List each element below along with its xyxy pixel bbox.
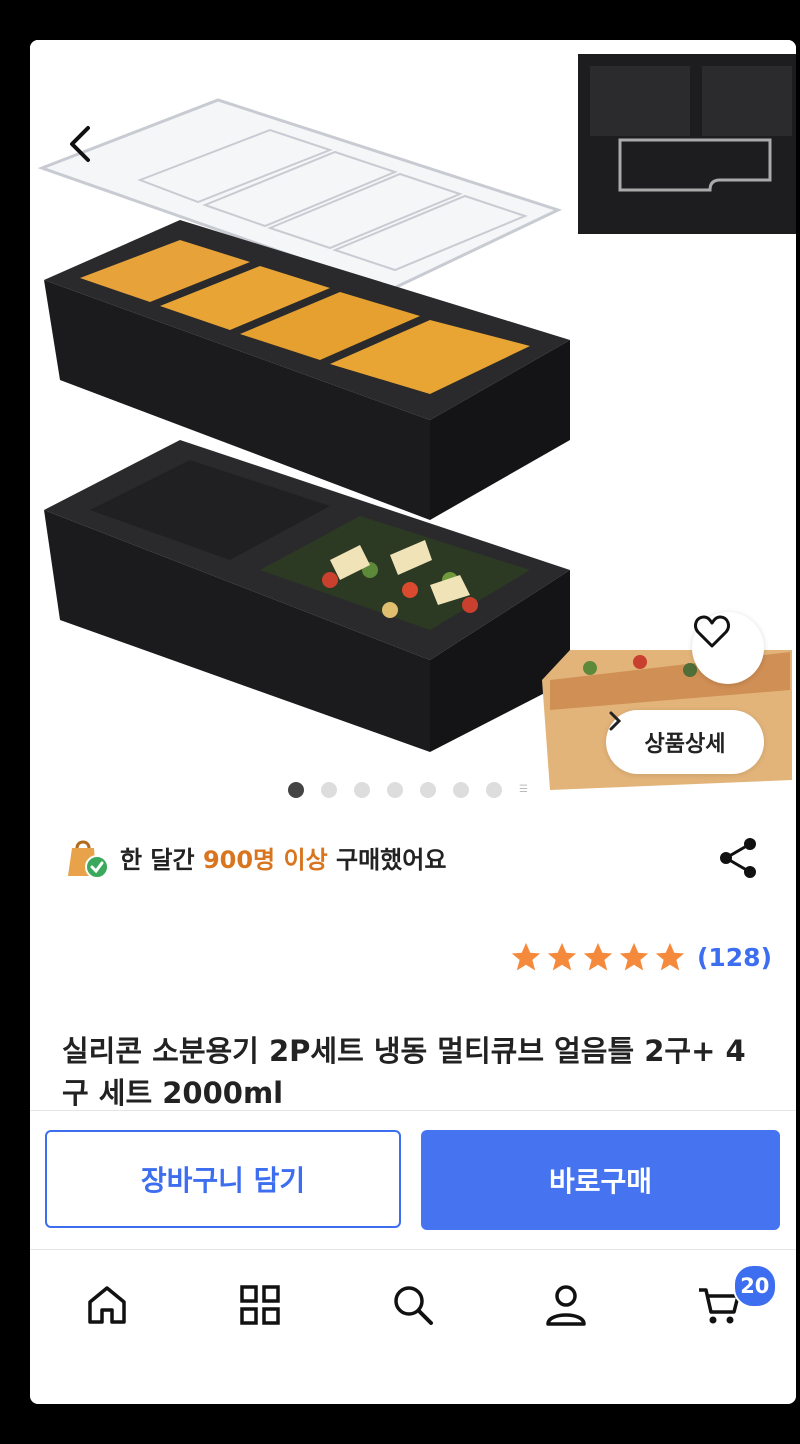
user-icon <box>546 1285 586 1326</box>
carousel-more-icon: ☰ <box>519 784 528 795</box>
purchase-prefix: 한 달간 <box>120 845 203 874</box>
chevron-right-icon <box>609 711 622 731</box>
purchase-action-bar: 장바구니 담기 바로구매 <box>30 1110 796 1250</box>
chevron-left-icon <box>70 126 90 162</box>
carousel-dot[interactable] <box>387 782 403 798</box>
product-detail-button[interactable]: 상품상세 <box>606 710 764 774</box>
buy-now-button[interactable]: 바로구매 <box>421 1130 780 1230</box>
tab-category[interactable] <box>183 1250 336 1380</box>
star-icon <box>583 942 613 971</box>
tab-search[interactable] <box>336 1250 489 1380</box>
tab-home[interactable] <box>30 1250 183 1380</box>
purchase-suffix: 구매했어요 <box>327 845 447 874</box>
star-icon <box>547 942 577 971</box>
rating-count[interactable]: (128) <box>697 943 772 972</box>
category-grid-icon <box>240 1285 280 1325</box>
product-title: 실리콘 소분용기 2P세트 냉동 멀티큐브 얼음틀 2구+ 4구 세트 2000… <box>62 1034 746 1110</box>
product-image-carousel[interactable]: 상품상세 ☰ <box>30 40 796 820</box>
wishlist-button[interactable] <box>692 612 764 684</box>
home-icon <box>87 1286 126 1324</box>
shopping-bag-check-icon <box>64 834 110 880</box>
star-icon <box>511 942 541 971</box>
product-image <box>37 54 796 790</box>
product-detail-label: 상품상세 <box>644 732 726 757</box>
carousel-dot[interactable] <box>486 782 502 798</box>
carousel-dot[interactable] <box>288 782 304 798</box>
star-icon <box>619 942 649 971</box>
share-icon <box>720 838 756 878</box>
bottom-tab-bar: 20 <box>30 1250 796 1380</box>
carousel-dot[interactable] <box>453 782 469 798</box>
carousel-dot[interactable] <box>420 782 436 798</box>
purchase-highlight: 900명 이상 <box>202 845 328 874</box>
back-button[interactable] <box>60 122 104 166</box>
carousel-dot[interactable] <box>354 782 370 798</box>
add-to-cart-button[interactable]: 장바구니 담기 <box>45 1130 401 1228</box>
carousel-dot[interactable] <box>321 782 337 798</box>
share-button[interactable] <box>716 836 760 880</box>
cart-count-badge: 20 <box>732 1264 777 1308</box>
app-screen: 상품상세 ☰ 한 달간 900명 이상 구매했어요 (128) 실리콘 소분용기… <box>30 40 796 1404</box>
heart-icon <box>694 615 730 648</box>
carousel-indicator: ☰ <box>288 782 533 798</box>
purchase-count-banner: 한 달간 900명 이상 구매했어요 <box>64 834 446 880</box>
rating-summary[interactable]: (128) <box>509 940 772 974</box>
tab-cart[interactable]: 20 <box>643 1250 796 1380</box>
search-icon <box>394 1286 433 1325</box>
tab-my[interactable] <box>490 1250 643 1380</box>
star-icon <box>655 942 685 971</box>
